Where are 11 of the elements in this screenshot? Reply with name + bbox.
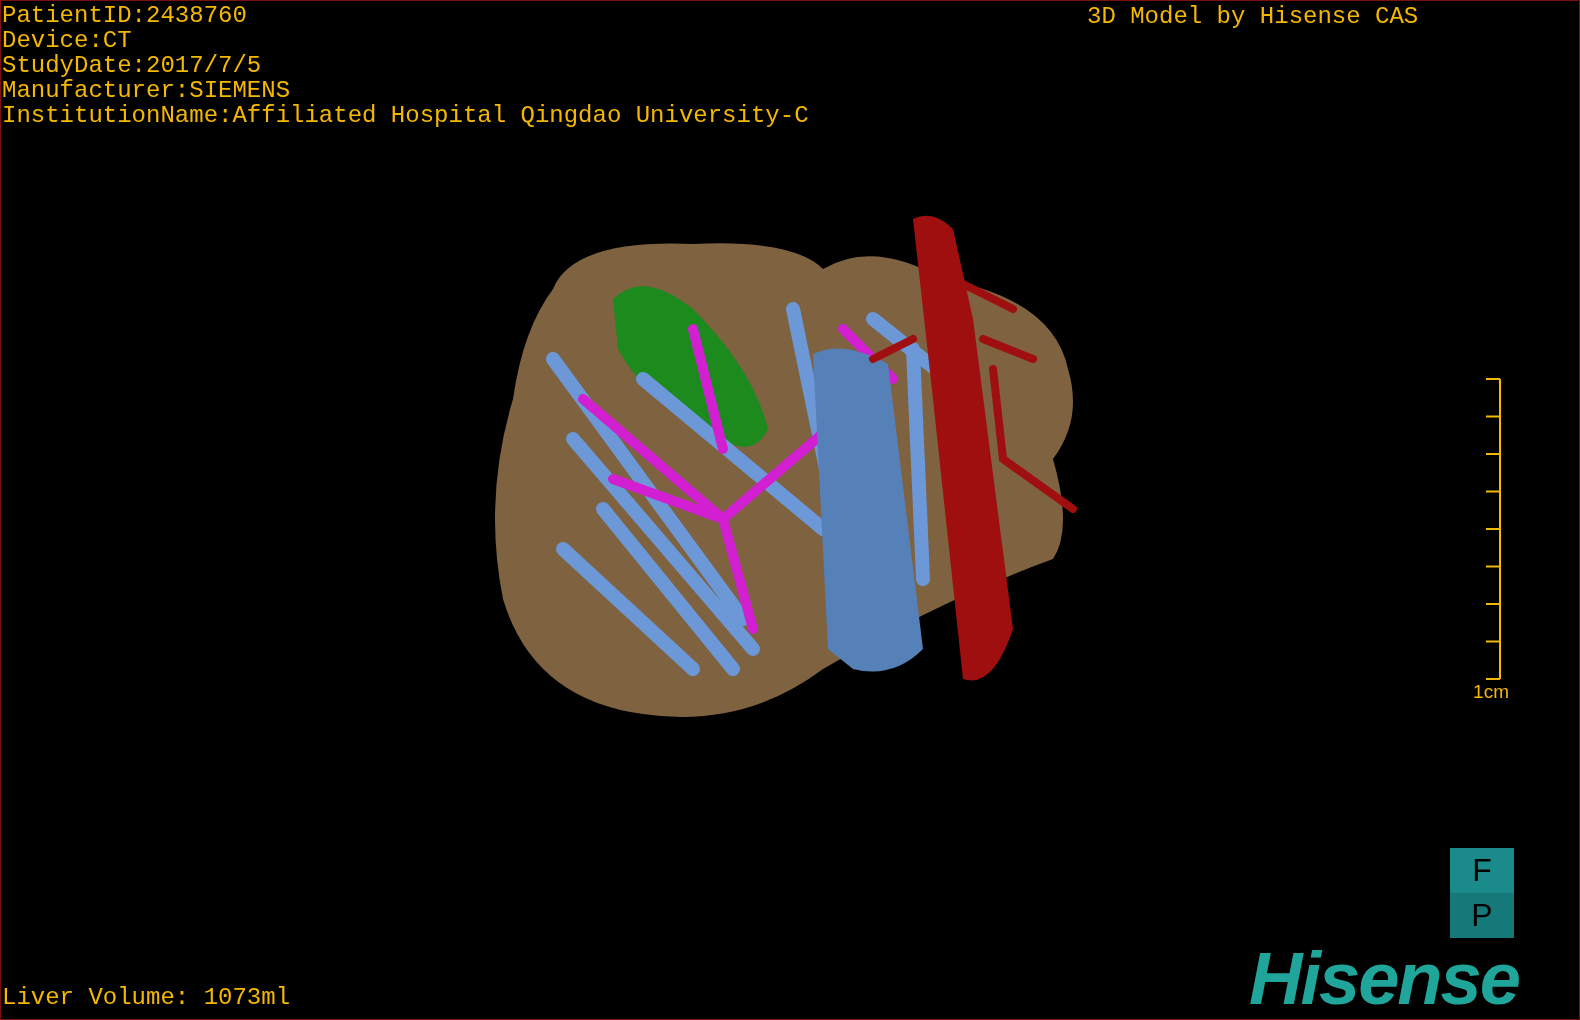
patient-info-text: PatientID:2438760 (2, 3, 248, 28)
orientation-button[interactable]: P (1450, 893, 1514, 938)
model-caption: 3D Model by Hisense CAS (1087, 3, 1419, 31)
patient-info-text: InstitutionName:Affiliated Hospital Qingdao University-C (2, 103, 809, 128)
logo-text: Hisense (1249, 939, 1519, 1019)
orientation-button[interactable]: F (1450, 848, 1514, 893)
scale-label: 1cm (1473, 680, 1509, 704)
liver-volume-text: Liver Volume: 1073ml (2, 984, 291, 1012)
patient-info-text: StudyDate:2017/7/5 (2, 53, 263, 78)
patient-info-text: Device:CT (2, 28, 133, 53)
patient-info-text: Manufacturer:SIEMENS (2, 78, 292, 103)
